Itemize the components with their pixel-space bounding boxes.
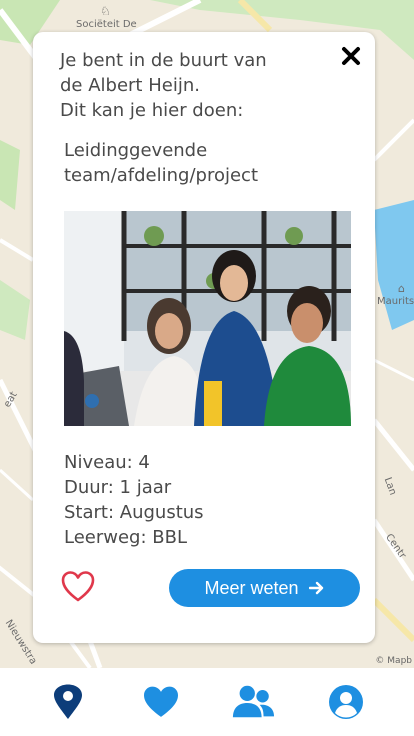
arrow-right-icon (308, 580, 325, 596)
close-button[interactable] (339, 44, 363, 68)
favorite-button[interactable] (61, 570, 95, 604)
job-title-line: team/afdeling/project (64, 165, 259, 186)
detail-niveau: Niveau: 4 (64, 452, 150, 473)
detail-duur: Duur: 1 jaar (64, 477, 172, 498)
nav-map[interactable] (46, 680, 90, 724)
location-popup-card: Je bent in de buurt van de Albert Heijn.… (33, 32, 375, 643)
detail-leerweg: Leerweg: BBL (64, 527, 187, 548)
job-details: Niveau: 4 Duur: 1 jaar Start: Augustus L… (64, 450, 204, 550)
nav-profile[interactable] (324, 680, 368, 724)
detail-start: Start: Augustus (64, 502, 204, 523)
job-title-line: Leidinggevende (64, 140, 208, 161)
theater-icon: ♘ (100, 4, 111, 18)
intro-line: de Albert Heijn. (60, 75, 200, 96)
map-pin-icon (54, 684, 83, 719)
map-credit: © Mapb (375, 656, 412, 666)
map-label-maurits: Maurits (377, 296, 414, 307)
intro-text: Je bent in de buurt van de Albert Heijn.… (60, 48, 340, 123)
nav-favorites[interactable] (139, 680, 183, 724)
close-icon (342, 47, 360, 65)
profile-icon (328, 685, 363, 719)
job-photo (64, 211, 351, 426)
users-icon (233, 685, 275, 718)
more-info-label: Meer weten (204, 577, 299, 598)
heart-icon (143, 686, 178, 717)
intro-line: Je bent in de buurt van (60, 50, 267, 71)
job-title: Leidinggevende team/afdeling/project (64, 138, 344, 188)
bottom-nav (0, 668, 414, 736)
more-info-button[interactable]: Meer weten (169, 569, 360, 607)
nav-community[interactable] (231, 680, 275, 724)
intro-line: Dit kan je hier doen: (60, 100, 244, 121)
map-label-societeit: Sociëteit De (76, 19, 137, 30)
heart-outline-icon (61, 571, 95, 602)
museum-icon: ⌂ (398, 282, 405, 295)
